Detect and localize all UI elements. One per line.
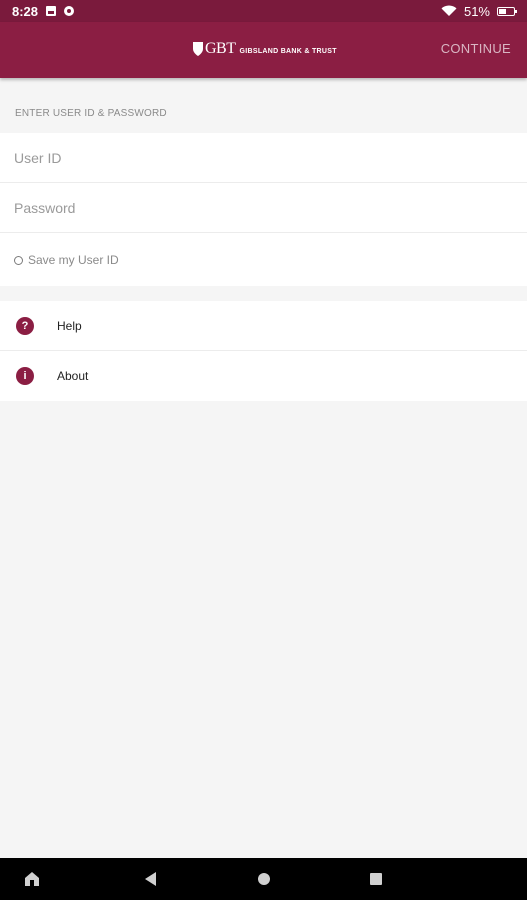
shield-icon <box>193 42 203 56</box>
menu-item-about[interactable]: i About <box>0 351 527 401</box>
image-icon <box>46 6 57 16</box>
status-left: 8:28 <box>12 3 75 19</box>
record-icon <box>64 6 75 16</box>
logo-name: GIBSLAND BANK & TRUST <box>239 47 337 55</box>
password-row <box>0 183 527 233</box>
save-user-id-option[interactable]: Save my User ID <box>14 253 119 267</box>
battery-percent: 51% <box>463 3 490 19</box>
home-circle-icon[interactable] <box>258 873 270 885</box>
login-card: Save my User ID <box>0 133 527 286</box>
menu-card: ? Help i About <box>0 301 527 401</box>
help-icon: ? <box>16 316 34 335</box>
menu-item-help[interactable]: ? Help <box>0 301 527 351</box>
user-id-row <box>0 133 527 183</box>
battery-icon <box>497 6 517 16</box>
password-input[interactable] <box>14 199 513 216</box>
section-header: ENTER USER ID & PASSWORD <box>15 108 167 119</box>
status-time: 8:28 <box>12 3 39 19</box>
navigation-bar <box>0 858 527 900</box>
app-bar: GBT GIBSLAND BANK & TRUST CONTINUE <box>0 22 527 78</box>
logo-mark: GBT <box>205 40 236 57</box>
recents-icon[interactable] <box>370 873 382 885</box>
status-bar: 8:28 51% <box>0 0 527 22</box>
bank-logo: GBT GIBSLAND BANK & TRUST <box>193 40 337 58</box>
back-icon[interactable] <box>145 872 156 886</box>
menu-item-label: About <box>57 369 89 383</box>
home-icon[interactable] <box>24 871 40 887</box>
user-id-input[interactable] <box>14 149 513 166</box>
wifi-icon <box>441 5 457 16</box>
info-icon: i <box>16 367 34 385</box>
continue-button[interactable]: CONTINUE <box>441 41 511 56</box>
save-user-id-radio[interactable] <box>14 255 23 265</box>
status-right: 51% <box>441 3 517 19</box>
menu-item-label: Help <box>57 318 82 333</box>
save-user-id-label: Save my User ID <box>28 253 119 267</box>
